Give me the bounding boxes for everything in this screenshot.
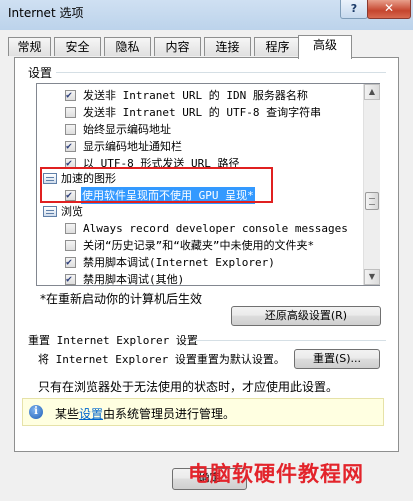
info-suffix: 由系统管理员进行管理。 bbox=[103, 407, 236, 421]
list-item-label: 显示编码地址通知栏 bbox=[83, 140, 182, 153]
info-text: 某些设置由系统管理员进行管理。 bbox=[55, 405, 235, 422]
tab-privacy[interactable]: 隐私 bbox=[104, 37, 151, 56]
category-icon bbox=[43, 206, 57, 217]
checkbox[interactable] bbox=[65, 271, 76, 285]
list-item-label: 发送非 Intranet URL 的 IDN 服务器名称 bbox=[83, 89, 308, 102]
restart-note: *在重新启动你的计算机后生效 bbox=[40, 292, 203, 306]
checkbox[interactable] bbox=[65, 155, 76, 172]
checkbox[interactable] bbox=[65, 240, 76, 251]
category-label: 浏览 bbox=[61, 205, 83, 218]
scroll-up-arrow-icon[interactable]: ▲ bbox=[364, 84, 380, 100]
scroll-thumb[interactable] bbox=[365, 192, 379, 210]
close-button[interactable]: ✕ bbox=[367, 0, 411, 19]
checkbox[interactable] bbox=[65, 223, 76, 234]
watermark-text: 电脑软硬件教程网 bbox=[188, 462, 364, 486]
checkbox[interactable] bbox=[65, 187, 76, 204]
checkbox[interactable] bbox=[65, 107, 76, 118]
info-prefix: 某些 bbox=[55, 407, 80, 421]
reset-description: 将 Internet Explorer 设置重置为默认设置。 bbox=[38, 353, 285, 366]
settings-listbox[interactable]: 发送非 Intranet URL 的 IDN 服务器名称 发送非 Intrane… bbox=[36, 83, 380, 286]
tab-security[interactable]: 安全 bbox=[54, 37, 101, 56]
reset-group-label: 重置 Internet Explorer 设置 bbox=[28, 334, 198, 347]
admin-info-bar: i 某些设置由系统管理员进行管理。 bbox=[22, 398, 384, 426]
help-button[interactable]: ? bbox=[340, 0, 368, 19]
reset-warning-note: 只有在浏览器处于无法使用的状态时，才应使用此设置。 bbox=[38, 380, 339, 394]
internet-options-window: Internet 选项 ? ✕ 常规 安全 隐私 内容 连接 程序 高级 设置 … bbox=[0, 0, 413, 501]
list-item-label: 始终显示编码地址 bbox=[83, 123, 171, 136]
checkbox[interactable] bbox=[65, 138, 76, 155]
reset-button[interactable]: 重置(S)... bbox=[294, 349, 380, 369]
window-title: Internet 选项 bbox=[8, 6, 84, 20]
restore-advanced-settings-button[interactable]: 还原高级设置(R) bbox=[231, 306, 381, 326]
tab-content[interactable]: 内容 bbox=[154, 37, 201, 56]
title-bar[interactable]: Internet 选项 ? ✕ bbox=[0, 0, 413, 24]
list-item-label: 关闭“历史记录”和“收藏夹”中未使用的文件夹* bbox=[83, 239, 315, 252]
list-item-label: Always record developer console messages bbox=[83, 222, 348, 235]
list-item-label: 禁用脚本调试(其他) bbox=[83, 273, 185, 286]
checkbox[interactable] bbox=[65, 254, 76, 271]
info-icon: i bbox=[29, 405, 43, 419]
reset-group-divider bbox=[193, 340, 386, 341]
category-label: 加速的图形 bbox=[61, 172, 116, 185]
tab-connections[interactable]: 连接 bbox=[204, 37, 251, 56]
scroll-down-arrow-icon[interactable]: ▼ bbox=[364, 269, 380, 285]
settings-group-label: 设置 bbox=[28, 66, 53, 80]
checkbox[interactable] bbox=[65, 124, 76, 135]
list-item-label-selected: 使用软件呈现而不使用 GPU 呈现* bbox=[81, 187, 255, 204]
tab-programs[interactable]: 程序 bbox=[254, 37, 301, 56]
category-icon bbox=[43, 173, 57, 184]
settings-group-divider bbox=[56, 72, 386, 73]
tab-advanced[interactable]: 高级 bbox=[298, 35, 352, 59]
settings-scrollbar[interactable]: ▲ ▼ bbox=[363, 84, 380, 285]
tab-general[interactable]: 常规 bbox=[8, 37, 51, 56]
checkbox[interactable] bbox=[65, 87, 76, 104]
settings-link[interactable]: 设置 bbox=[79, 407, 103, 421]
list-item-label: 禁用脚本调试(Internet Explorer) bbox=[83, 256, 275, 269]
list-item-label: 发送非 Intranet URL 的 UTF-8 查询字符串 bbox=[83, 106, 322, 119]
